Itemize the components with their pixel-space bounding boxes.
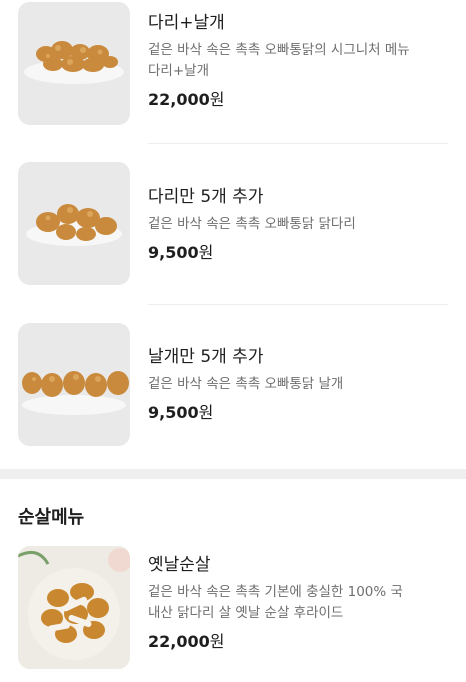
price-unit: 원 [198, 243, 214, 262]
menu-item-price: 22,000원 [148, 90, 450, 110]
description-line: 겉은 바삭 속은 촉촉 기본에 충실한 100% 국 [148, 584, 403, 600]
menu-item-description: 겉은 바삭 속은 촉촉 오빠통닭 날개 [148, 374, 450, 395]
price-unit: 원 [209, 632, 225, 651]
price-unit: 원 [198, 403, 214, 422]
price-amount: 22,000 [148, 90, 210, 109]
section-separator [0, 469, 466, 479]
menu-item-description: 겉은 바삭 속은 촉촉 오빠통닭의 시그니처 메뉴 다리+날개 [148, 40, 450, 82]
menu-item-price: 9,500원 [148, 403, 450, 423]
menu-item-image [18, 323, 130, 446]
description-line: 겉은 바삭 속은 촉촉 오빠통닭 닭다리 [148, 216, 356, 232]
menu-item-description: 겉은 바삭 속은 촉촉 기본에 충실한 100% 국 내산 닭다리 살 옛날 순… [148, 582, 450, 624]
menu-item-name: 옛날순살 [148, 555, 211, 575]
menu-item-wings-only[interactable]: 날개만 5개 추가 겉은 바삭 속은 촉촉 오빠통닭 날개 9,500원 [0, 305, 466, 465]
menu-item-price: 22,000원 [148, 632, 450, 652]
price-unit: 원 [209, 90, 225, 109]
description-line: 겉은 바삭 속은 촉촉 오빠통닭의 시그니처 메뉴 [148, 42, 410, 58]
price-amount: 22,000 [148, 632, 210, 651]
menu-item-leg-wing[interactable]: 다리+날개 겉은 바삭 속은 촉촉 오빠통닭의 시그니처 메뉴 다리+날개 22… [0, 0, 466, 140]
menu-item-description: 겉은 바삭 속은 촉촉 오빠통닭 닭다리 [148, 214, 450, 235]
price-amount: 9,500 [148, 243, 199, 262]
section-title: 순살메뉴 [18, 507, 85, 528]
price-amount: 9,500 [148, 403, 199, 422]
menu-item-name: 다리만 5개 추가 [148, 187, 264, 207]
description-line: 겉은 바삭 속은 촉촉 오빠통닭 날개 [148, 376, 344, 392]
menu-item-price: 9,500원 [148, 243, 450, 263]
description-line: 내산 닭다리 살 옛날 순살 후라이드 [148, 605, 344, 621]
menu-item-name: 날개만 5개 추가 [148, 347, 264, 367]
menu-item-legs-only[interactable]: 다리만 5개 추가 겉은 바삭 속은 촉촉 오빠통닭 닭다리 9,500원 [0, 144, 466, 304]
menu-item-image [18, 546, 130, 669]
menu-item-boneless[interactable]: 옛날순살 겉은 바삭 속은 촉촉 기본에 충실한 100% 국 내산 닭다리 살… [0, 538, 466, 682]
menu-item-name: 다리+날개 [148, 13, 225, 33]
description-line: 다리+날개 [148, 63, 209, 79]
menu-item-image [18, 2, 130, 125]
menu-item-image [18, 162, 130, 285]
